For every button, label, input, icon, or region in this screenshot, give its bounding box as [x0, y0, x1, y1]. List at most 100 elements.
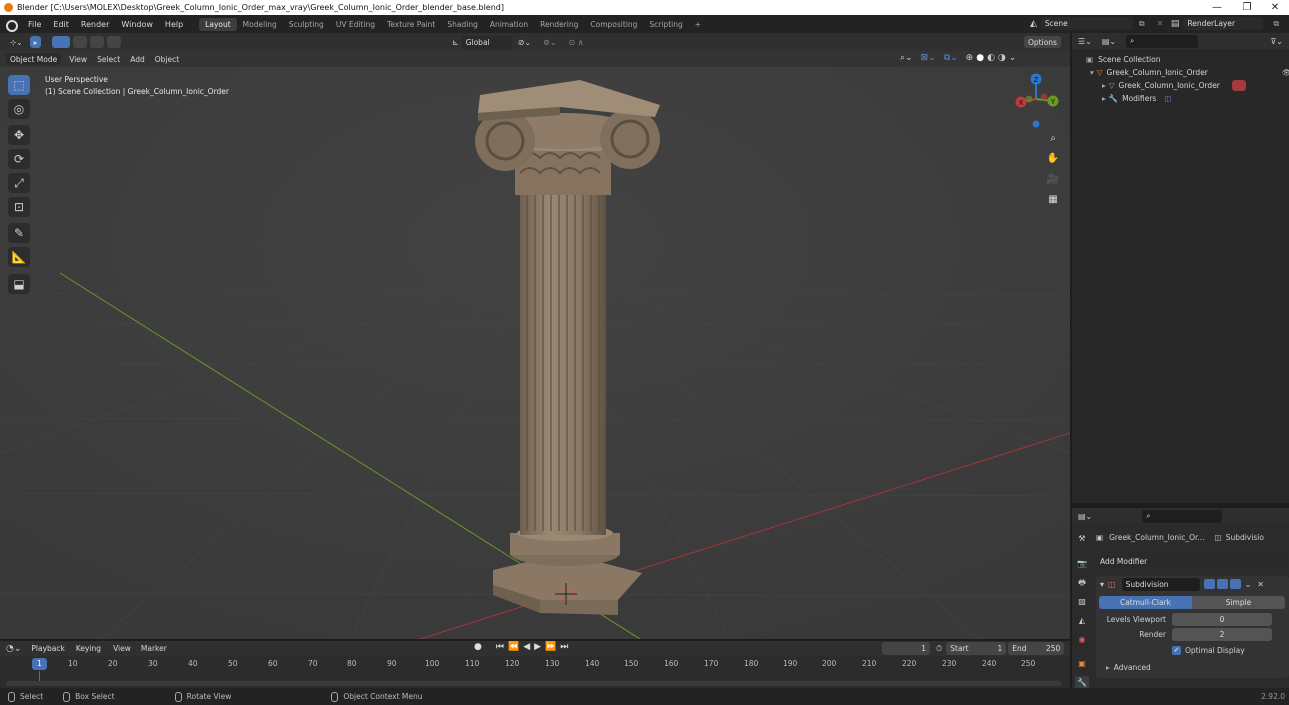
add-cube-tool-icon[interactable]: ⬓ [8, 274, 30, 294]
workspace-tab-shading[interactable]: Shading [441, 18, 483, 31]
show-gizmo-icon[interactable]: ⌕⌄ [900, 53, 913, 63]
proportional-editing-icon[interactable]: ⊙ ∧ [569, 38, 584, 47]
annotate-tool-icon[interactable]: ✎ [8, 223, 30, 243]
object-properties-tab-icon[interactable]: ▣ [1075, 657, 1089, 671]
workspace-tab-modeling[interactable]: Modeling [237, 18, 283, 31]
shading-options-icon[interactable]: ⌄ [1009, 53, 1017, 63]
record-keyframe-icon[interactable]: ● [474, 642, 482, 652]
modifier-name-field[interactable]: Subdivision [1121, 577, 1200, 591]
close-button[interactable]: ✕ [1261, 0, 1289, 15]
select-mode-subtract-icon[interactable] [90, 36, 105, 48]
pivot-point-icon[interactable]: ⊘⌄ [518, 38, 531, 47]
levels-viewport-field[interactable]: 0 [1172, 613, 1272, 626]
rendered-shading-icon[interactable]: ◑ [998, 53, 1006, 63]
ortho-toggle-icon[interactable]: ▦ [1045, 192, 1061, 208]
transform-tool-icon[interactable]: ⊡ [8, 197, 30, 217]
scene-properties-tab-icon[interactable]: ◭ [1075, 614, 1089, 628]
timeline-menu-playback[interactable]: Playback [27, 642, 69, 655]
view-layer-icon[interactable]: ▤ [1171, 19, 1180, 29]
edit-mode-toggle-icon[interactable] [1203, 579, 1215, 589]
new-scene-icon[interactable]: ⧉ [1139, 19, 1149, 29]
render-toggle-icon[interactable] [1229, 579, 1241, 589]
viewport-menu-add[interactable]: Add [125, 55, 150, 64]
menu-render[interactable]: Render [75, 20, 115, 29]
menu-file[interactable]: File [22, 20, 47, 29]
timeline-scrollbar[interactable] [6, 681, 1062, 686]
next-keyframe-icon[interactable]: ⏩ [545, 642, 556, 652]
tweak-tool-icon[interactable]: ▸ [29, 36, 42, 48]
stopwatch-icon[interactable]: ⏱ [936, 644, 942, 654]
scene-icon[interactable]: ◭ [1030, 19, 1037, 29]
orientation-dropdown[interactable]: Global [461, 36, 512, 49]
optimal-display-checkbox[interactable]: ✓ [1172, 646, 1181, 655]
properties-search-input[interactable]: ⌕ [1142, 509, 1223, 523]
measure-tool-icon[interactable]: 📐 [8, 247, 30, 267]
outliner-mesh-row[interactable]: ▸ ▽ Greek_Column_Ionic_Order [1102, 79, 1246, 92]
zoom-view-icon[interactable]: ⌕ [1045, 131, 1061, 147]
start-frame-field[interactable]: Start 1 [946, 642, 1007, 655]
current-frame-field[interactable]: 1 [882, 642, 930, 655]
material-shading-icon[interactable]: ◐ [987, 53, 995, 63]
select-mode-invert-icon[interactable] [107, 36, 122, 48]
blender-logo-icon[interactable] [4, 18, 18, 32]
workspace-tab-rendering[interactable]: Rendering [534, 18, 584, 31]
workspace-tab-animation[interactable]: Animation [484, 18, 534, 31]
viewport-toggle-icon[interactable] [1216, 579, 1228, 589]
expand-arrow-icon[interactable]: ▸ [1102, 81, 1106, 90]
move-tool-icon[interactable]: ✥ [8, 125, 30, 145]
collapse-arrow-icon[interactable]: ▾ [1100, 580, 1104, 589]
menu-edit[interactable]: Edit [47, 20, 75, 29]
render-layer-selector[interactable]: RenderLayer [1183, 17, 1264, 30]
workspace-tab-sculpting[interactable]: Sculpting [283, 18, 330, 31]
outliner-editor-type-icon[interactable]: ☰⌄ [1078, 37, 1092, 46]
outliner-object-row[interactable]: ▾ ▽ Greek_Column_Ionic_Order 👁 [1090, 66, 1289, 79]
select-mode-new-icon[interactable] [52, 36, 71, 48]
expand-arrow-icon[interactable]: ▸ [1102, 94, 1106, 103]
outliner-search-input[interactable]: ⌕ [1126, 34, 1199, 48]
editor-type-icon[interactable]: ⊹⌄ [6, 36, 27, 48]
timeline-menu-view[interactable]: View [108, 644, 136, 653]
object-mode-dropdown[interactable]: Object Mode [6, 53, 62, 65]
menu-help[interactable]: Help [159, 20, 189, 29]
minimize-button[interactable]: — [1203, 0, 1231, 15]
view-layer-properties-tab-icon[interactable]: ▨ [1075, 595, 1089, 609]
workspace-tab-layout[interactable]: Layout [199, 17, 237, 31]
viewport-menu-object[interactable]: Object [150, 55, 184, 64]
xray-icon[interactable]: ⧉⌄ [944, 53, 958, 63]
remove-modifier-icon[interactable]: ✕ [1257, 580, 1264, 589]
advanced-expand-icon[interactable]: ▸ [1106, 663, 1110, 672]
display-mode-icon[interactable]: ▤⌄ [1102, 37, 1116, 46]
outliner-scene-collection[interactable]: ▣ Scene Collection [1086, 53, 1160, 66]
prev-keyframe-icon[interactable]: ⏪ [508, 642, 519, 652]
jump-start-icon[interactable]: ⏮ [496, 642, 504, 652]
cursor-tool-icon[interactable]: ◎ [8, 99, 30, 119]
restore-button[interactable]: ❐ [1233, 0, 1261, 15]
viewport-menu-select[interactable]: Select [92, 55, 125, 64]
workspace-tab-compositing[interactable]: Compositing [584, 18, 643, 31]
overlays-icon[interactable]: ⊠⌄ [921, 53, 936, 63]
jump-end-icon[interactable]: ⏭ [560, 642, 568, 652]
wireframe-shading-icon[interactable]: ⊕ [966, 53, 974, 63]
outliner-modifiers-row[interactable]: ▸ 🔧 Modifiers ◫ [1102, 92, 1171, 105]
end-frame-field[interactable]: End 250 [1008, 642, 1065, 655]
render-properties-tab-icon[interactable]: 📷 [1075, 557, 1089, 571]
select-mode-extend-icon[interactable] [73, 36, 88, 48]
camera-view-icon[interactable]: 🎥 [1045, 172, 1061, 188]
menu-window[interactable]: Window [115, 20, 159, 29]
play-icon[interactable]: ▶ [534, 642, 541, 652]
filter-icon[interactable]: ⊽⌄ [1270, 37, 1283, 46]
play-reverse-icon[interactable]: ◀ [523, 642, 530, 652]
delete-scene-icon[interactable]: ✕ [1149, 19, 1171, 28]
timeline-editor-type-icon[interactable]: ◔⌄ [6, 644, 21, 654]
add-modifier-dropdown[interactable]: Add Modifier [1096, 555, 1286, 568]
modifier-menu-icon[interactable]: ⌄ [1245, 580, 1252, 589]
timeline-menu-marker[interactable]: Marker [136, 644, 172, 653]
scale-tool-icon[interactable]: ⤢ [8, 173, 30, 193]
world-properties-tab-icon[interactable]: ◉ [1075, 633, 1089, 647]
properties-editor-type-icon[interactable]: ▤⌄ [1078, 512, 1092, 521]
visibility-eye-icon[interactable]: 👁 [1282, 68, 1289, 77]
3d-viewport[interactable]: Z Y X ⊹⌄ ▸ ⊾ Global ⊘⌄ ⊚⌄ ⊙ ∧ Options Ob… [0, 33, 1070, 639]
snap-icon[interactable]: ⊚⌄ [543, 38, 556, 47]
tool-properties-tab-icon[interactable]: ⚒ [1075, 532, 1089, 546]
timeline-ruler[interactable]: 1 10 20 30 40 50 60 70 80 90 100 110 120… [0, 658, 1070, 671]
